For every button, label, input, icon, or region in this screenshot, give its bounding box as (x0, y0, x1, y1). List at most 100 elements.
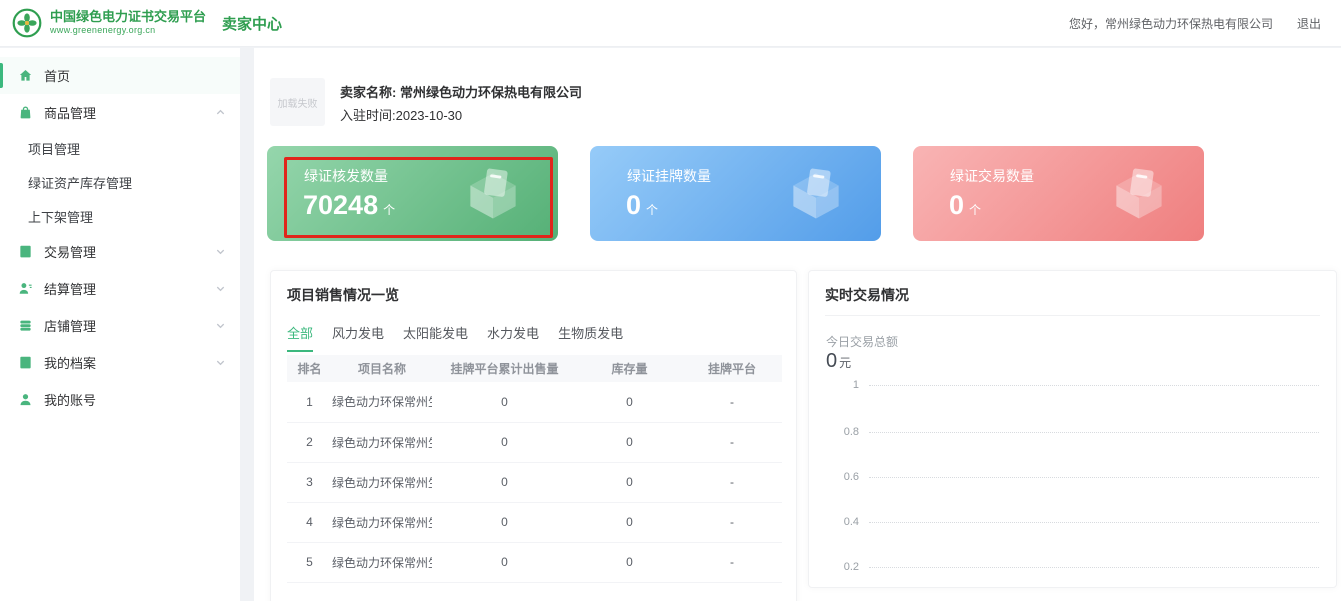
chevron-down-icon (215, 320, 226, 331)
cell-project: 绿色动力环保常州生... (332, 462, 432, 502)
sidebar-item-shop[interactable]: 店铺管理 (0, 307, 240, 344)
chevron-down-icon (215, 357, 226, 368)
goods-icon (18, 105, 33, 120)
gridline (869, 477, 1319, 478)
table-row: 5绿色动力环保常州生...00- (287, 542, 782, 582)
cell-project: 绿色动力环保常州生... (332, 422, 432, 462)
cell-stock: 0 (577, 462, 682, 502)
cell-rank: 4 (287, 502, 332, 542)
chart-gridline-row: 0.2 (825, 560, 1319, 574)
certificate-3d-icon (783, 161, 849, 227)
sidebar-item-trade[interactable]: 交易管理 (0, 233, 240, 270)
sidebar-subitem-gc-inventory[interactable]: 绿证资产库存管理 (0, 165, 240, 199)
today-total-label: 今日交易总额 (826, 333, 898, 350)
sidebar-item-label: 我的档案 (44, 353, 96, 372)
sidebar-item-settlement[interactable]: 结算管理 (0, 270, 240, 307)
chart-gridline-row: 1 (825, 378, 1319, 392)
sidebar-subitem-label: 绿证资产库存管理 (28, 173, 132, 192)
gridline (869, 385, 1319, 386)
certificate-3d-icon (460, 161, 526, 227)
cell-rank: 1 (287, 382, 332, 422)
platform-title: 中国绿色电力证书交易平台 (50, 10, 206, 25)
settlement-icon (18, 281, 33, 296)
shop-icon (18, 318, 33, 333)
cell-sold: 0 (432, 462, 577, 502)
stat-card-traded[interactable]: 绿证交易数量0个 (913, 146, 1204, 241)
sidebar-item-label: 首页 (44, 66, 70, 85)
sidebar-subitem-listing[interactable]: 上下架管理 (0, 199, 240, 233)
sidebar-item-label: 交易管理 (44, 242, 96, 261)
sales-panel-title: 项目销售情况一览 (287, 285, 399, 305)
sidebar-item-archive[interactable]: 我的档案 (0, 344, 240, 381)
seller-name: 卖家名称: 常州绿色动力环保热电有限公司 (340, 82, 582, 101)
cell-sold: 0 (432, 422, 577, 462)
cell-stock: 0 (577, 422, 682, 462)
table-row: 4绿色动力环保常州生...00- (287, 502, 782, 542)
sidebar-item-goods[interactable]: 商品管理 (0, 94, 240, 131)
tab-3[interactable]: 水力发电 (487, 323, 539, 352)
sidebar-item-label: 商品管理 (44, 103, 96, 122)
portal-label: 卖家中心 (222, 13, 282, 34)
gridline (869, 522, 1319, 523)
sidebar-item-home[interactable]: 首页 (0, 57, 240, 94)
column-header: 项目名称 (332, 355, 432, 382)
seller-join-time: 入驻时间:2023-10-30 (340, 105, 462, 124)
stat-card-listed[interactable]: 绿证挂牌数量0个 (590, 146, 881, 241)
column-header: 排名 (287, 355, 332, 382)
tab-1[interactable]: 风力发电 (332, 323, 384, 352)
cell-sold: 0 (432, 502, 577, 542)
table-row: 2绿色动力环保常州生...00- (287, 422, 782, 462)
chevron-up-icon (215, 107, 226, 118)
stat-card-issued[interactable]: 绿证核发数量 70248 个 (267, 146, 558, 241)
tab-2[interactable]: 太阳能发电 (403, 323, 468, 352)
trade-panel: 实时交易情况 今日交易总额 0元 10.80.60.40.2 (808, 270, 1337, 588)
sales-panel: 项目销售情况一览 全部风力发电太阳能发电水力发电生物质发电 排名项目名称挂牌平台… (270, 270, 797, 601)
y-axis-tick-label: 0.4 (825, 516, 869, 528)
stat-card-unit: 个 (383, 203, 395, 217)
cell-rank: 3 (287, 462, 332, 502)
cell-project: 绿色动力环保常州生... (332, 502, 432, 542)
cell-platform: - (682, 542, 782, 582)
sidebar-subitem-project[interactable]: 项目管理 (0, 131, 240, 165)
stat-card-value: 0个 (949, 190, 981, 221)
cell-platform: - (682, 382, 782, 422)
gridline (869, 567, 1319, 568)
tab-4[interactable]: 生物质发电 (558, 323, 623, 352)
today-total-value: 0元 (826, 350, 851, 373)
platform-subtitle: www.greenenergy.org.cn (50, 25, 206, 35)
sidebar-item-account[interactable]: 我的账号 (0, 381, 240, 418)
logout-link[interactable]: 退出 (1297, 15, 1321, 32)
user-greeting: 您好，常州绿色动力环保热电有限公司 (1069, 15, 1273, 32)
column-header: 挂牌平台累计出售量 (432, 355, 577, 382)
cell-rank: 5 (287, 542, 332, 582)
sidebar-item-label: 我的账号 (44, 390, 96, 409)
stat-card-unit: 个 (646, 203, 658, 217)
stat-card-label: 绿证核发数量 (304, 166, 388, 186)
y-axis-tick-label: 1 (825, 379, 869, 391)
home-icon (18, 68, 33, 83)
tab-0[interactable]: 全部 (287, 323, 313, 352)
cell-platform: - (682, 422, 782, 462)
stat-card-number: 0 (626, 190, 641, 220)
chevron-down-icon (215, 283, 226, 294)
archive-icon (18, 355, 33, 370)
platform-logo-icon (12, 8, 42, 38)
trade-icon (18, 244, 33, 259)
image-load-failed-text: 加载失败 (278, 95, 318, 110)
sidebar-item-label: 结算管理 (44, 279, 96, 298)
sidebar-subitem-label: 项目管理 (28, 139, 80, 158)
table-header-row: 排名项目名称挂牌平台累计出售量库存量挂牌平台 (287, 355, 782, 382)
stat-cards-row: 绿证核发数量70248个绿证挂牌数量0个绿证交易数量0个 (267, 146, 1236, 241)
app-header: 中国绿色电力证书交易平台 www.greenenergy.org.cn 卖家中心… (0, 0, 1341, 47)
y-axis-tick-label: 0.8 (825, 426, 869, 438)
cell-sold: 0 (432, 542, 577, 582)
chart-gridline-row: 0.6 (825, 470, 1319, 484)
sidebar-subitem-label: 上下架管理 (28, 207, 93, 226)
cell-stock: 0 (577, 382, 682, 422)
cell-stock: 0 (577, 542, 682, 582)
sidebar: 首页商品管理项目管理绿证资产库存管理上下架管理交易管理结算管理店铺管理我的档案我… (0, 48, 240, 601)
table-row: 3绿色动力环保常州生...00- (287, 462, 782, 502)
stat-card-number: 70248 (303, 190, 378, 220)
cell-platform: - (682, 462, 782, 502)
chart-gridline-row: 0.4 (825, 515, 1319, 529)
